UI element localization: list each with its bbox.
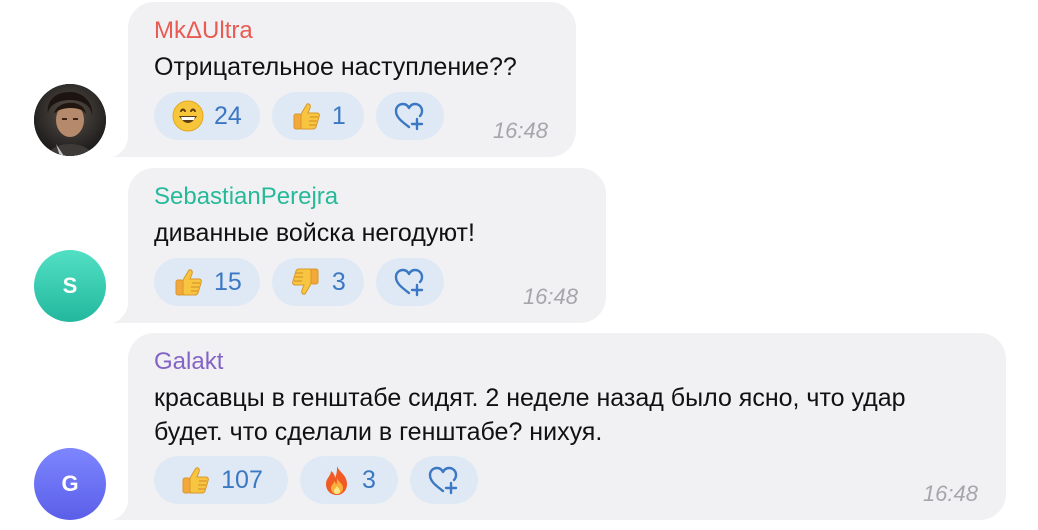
add-reaction-button[interactable]: [375, 258, 444, 306]
message-text: диванные войска негодуют!: [154, 219, 475, 247]
reaction-count: 3: [362, 465, 376, 494]
reaction-thumbs-up[interactable]: 107: [154, 456, 288, 504]
thumbs-up-icon: [182, 467, 210, 494]
author-name[interactable]: Galakt: [154, 347, 980, 377]
reactions-bar: 24 1: [154, 92, 444, 140]
avatar[interactable]: S: [34, 250, 106, 322]
reaction-thumbs-down[interactable]: 3: [271, 258, 364, 306]
reactions-bar: 15 3: [154, 258, 444, 306]
thumbs-up-icon: [293, 103, 320, 130]
reaction-count: 15: [214, 267, 242, 296]
heart-plus-icon: [428, 466, 458, 495]
grinning-face-icon: [172, 100, 204, 132]
message-bubble: MkΔUltra Отрицательное наступление?? 24: [128, 2, 576, 157]
avatar[interactable]: G: [34, 448, 106, 520]
fire-icon: [326, 466, 348, 495]
timestamp: 16:48: [922, 481, 978, 506]
author-name[interactable]: SebastianPerejra: [154, 182, 580, 212]
timestamp: 16:48: [522, 284, 578, 309]
reaction-count: 107: [221, 465, 263, 494]
message-bubble: SebastianPerejra диванные войска негодую…: [128, 168, 606, 323]
heart-plus-icon: [394, 102, 423, 131]
message-text: красавцы в генштабе сидят. 2 неделе наза…: [154, 381, 980, 449]
add-reaction-button[interactable]: [410, 456, 478, 504]
avatar-letter: G: [61, 471, 79, 496]
reaction-count: 3: [331, 267, 346, 296]
reaction-count: 24: [214, 101, 242, 130]
reaction-count: 1: [331, 101, 346, 130]
thumbs-down-icon: [291, 268, 319, 295]
author-name[interactable]: MkΔUltra: [154, 16, 550, 46]
reaction-thumbs-up[interactable]: 15: [154, 258, 260, 306]
avatar[interactable]: [34, 84, 106, 156]
thumbs-up-icon: [175, 269, 202, 296]
reactions-bar: 107 3: [154, 456, 478, 504]
add-reaction-button[interactable]: [375, 92, 444, 140]
avatar-letter: S: [62, 273, 78, 298]
timestamp: 16:48: [492, 118, 548, 143]
message-text: Отрицательное наступление??: [154, 53, 517, 81]
message-text-line: будет. что сделали в генштабе? нихуя.: [154, 418, 603, 446]
reaction-thumbs-up[interactable]: 1: [271, 92, 364, 140]
reaction-grinning[interactable]: 24: [154, 92, 260, 140]
message-text-line: красавцы в генштабе сидят. 2 неделе наза…: [154, 384, 906, 412]
user-photo-icon: [34, 84, 106, 156]
message-bubble: Galakt красавцы в генштабе сидят. 2 неде…: [128, 333, 1006, 520]
reaction-fire[interactable]: 3: [300, 456, 398, 504]
heart-plus-icon: [394, 268, 423, 297]
